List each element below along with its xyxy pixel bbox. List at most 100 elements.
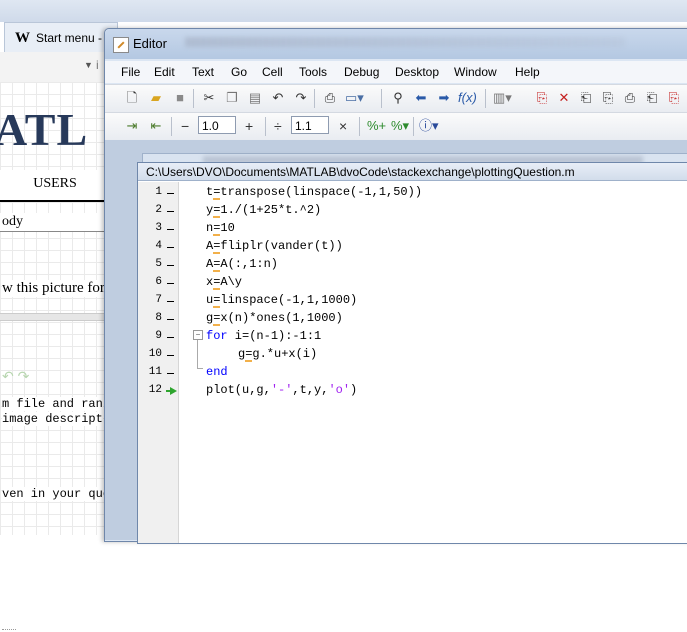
step-out-icon[interactable]: ⎙: [621, 89, 639, 107]
menu-cell[interactable]: Cell: [262, 65, 283, 79]
editor-splitter[interactable]: [0, 313, 110, 630]
increment-button[interactable]: +: [245, 117, 253, 135]
find-binoculars-icon[interactable]: ⚲: [389, 89, 407, 107]
paste-icon[interactable]: ▤: [246, 89, 264, 107]
evaluate-cell-icon[interactable]: ⇥: [123, 117, 141, 135]
open-folder-icon[interactable]: ▰: [147, 89, 165, 107]
string-literal: '-': [270, 383, 293, 397]
matlab-editor-window: Editor File Edit Text Go Cell Tools Debu…: [104, 28, 687, 544]
breakpoint-dash[interactable]: [167, 265, 174, 266]
code-line[interactable]: g=x(n)*ones(1,1000): [206, 311, 343, 325]
breakpoint-dash[interactable]: [167, 229, 174, 230]
menu-file[interactable]: File: [121, 65, 140, 79]
mlint-warning-marker[interactable]: [213, 288, 220, 290]
code-line[interactable]: u=linspace(-1,1,1000): [206, 293, 357, 307]
code-line[interactable]: y=1./(1+25*t.^2): [206, 203, 321, 217]
editor-toolbar-main: 🗋 ▰ ■ ✂ ❐ ▤ ↶ ↷ ⎙ ▭▾ ⚲ ⬅ ➡ f(x) ▥▾ ⎘ ✕ ⎗…: [105, 84, 687, 112]
mlint-warning-marker[interactable]: [213, 216, 220, 218]
mlint-warning-marker[interactable]: [213, 252, 220, 254]
toolbar-separator: [485, 89, 486, 108]
dropdown-arrow-icon[interactable]: ▼: [84, 60, 93, 70]
body-field[interactable]: ody: [0, 213, 112, 232]
menu-help[interactable]: Help: [515, 65, 540, 79]
new-file-icon[interactable]: 🗋: [123, 89, 141, 107]
step-in-icon[interactable]: ⎘: [599, 89, 617, 107]
mlint-warning-marker[interactable]: [213, 234, 220, 236]
cell-mode-icon[interactable]: %+: [367, 117, 386, 135]
code-line[interactable]: end: [206, 365, 228, 379]
back-arrow-icon[interactable]: ⬅: [412, 89, 430, 107]
print-icon[interactable]: ⎙: [321, 89, 339, 107]
code-line[interactable]: A=fliplr(vander(t)): [206, 239, 343, 253]
cell-scale-field[interactable]: 1.1: [291, 116, 329, 134]
save-icon[interactable]: ■: [171, 89, 189, 107]
evaluate-cell-advance-icon[interactable]: ⇤: [147, 117, 165, 135]
editor-titlebar[interactable]: Editor: [105, 29, 687, 59]
question-code-line: ven in your que: [2, 487, 111, 501]
exit-debug-icon[interactable]: ⎘: [665, 89, 683, 107]
breakpoint-dash[interactable]: [167, 373, 174, 374]
browser-tab[interactable]: W Start menu -: [4, 22, 118, 53]
multiply-button[interactable]: ×: [339, 117, 347, 135]
menu-desktop[interactable]: Desktop: [395, 65, 439, 79]
menu-debug[interactable]: Debug: [344, 65, 379, 79]
breakpoint-dash[interactable]: [167, 355, 174, 356]
info-icon[interactable]: ⓘ▾: [419, 117, 439, 135]
code-folding-icon[interactable]: ▭▾: [345, 89, 364, 107]
code-fold-end: [197, 368, 203, 369]
step-icon[interactable]: ⎗: [577, 89, 595, 107]
set-breakpoint-icon[interactable]: ⎘: [533, 89, 551, 107]
clear-breakpoints-icon[interactable]: ✕: [555, 89, 573, 107]
breakpoint-dash[interactable]: [167, 193, 174, 194]
code-line[interactable]: t=transpose(linspace(-1,1,50)): [206, 185, 422, 199]
code-line[interactable]: A=A(:,1:n): [206, 257, 278, 271]
menu-tools[interactable]: Tools: [299, 65, 327, 79]
menu-edit[interactable]: Edit: [154, 65, 175, 79]
mlint-warning-marker[interactable]: [213, 270, 220, 272]
divide-button[interactable]: ÷: [274, 117, 282, 135]
mlint-warning-marker[interactable]: [213, 306, 220, 308]
cell-mode-off-icon[interactable]: %▾: [391, 117, 409, 135]
menu-go[interactable]: Go: [231, 65, 247, 79]
stack-icon[interactable]: ▥▾: [493, 89, 512, 107]
breakpoint-dash[interactable]: [167, 211, 174, 212]
cut-icon[interactable]: ✂: [200, 89, 218, 107]
copy-icon[interactable]: ❐: [223, 89, 241, 107]
mlint-warning-marker[interactable]: [213, 198, 220, 200]
breakpoint-dash[interactable]: [167, 283, 174, 284]
undo-redo-icons[interactable]: ↶ ↷: [2, 368, 29, 385]
menu-text[interactable]: Text: [192, 65, 214, 79]
redo-icon[interactable]: ↷: [292, 89, 310, 107]
code-line[interactable]: plot(u,g,'-',t,y,'o'): [206, 383, 357, 397]
breakpoint-dash[interactable]: [167, 247, 174, 248]
mlint-warning-marker[interactable]: [245, 360, 252, 362]
breakpoint-dash[interactable]: [167, 337, 174, 338]
menu-window[interactable]: Window: [454, 65, 497, 79]
mlint-warning-marker[interactable]: [213, 324, 220, 326]
code-line[interactable]: g=g.*u+x(i): [238, 347, 317, 361]
wikipedia-icon: W: [15, 29, 30, 46]
breakpoint-dash[interactable]: [167, 319, 174, 320]
code-line[interactable]: n=10: [206, 221, 235, 235]
line-number: 8: [155, 312, 162, 324]
undo-icon[interactable]: ↶: [269, 89, 287, 107]
execution-arrow-icon: [166, 387, 177, 395]
toolbar-separator: [413, 117, 414, 136]
function-browser-icon[interactable]: f(x): [458, 89, 477, 107]
line-number: 9: [155, 330, 162, 342]
code-line[interactable]: for i=(n-1):-1:1: [206, 329, 321, 343]
line-number: 11: [148, 366, 162, 378]
code-fold-toggle-icon[interactable]: −: [193, 330, 203, 340]
breakpoint-dash[interactable]: [167, 301, 174, 302]
decrement-button[interactable]: −: [181, 117, 189, 135]
continue-icon[interactable]: ⎗: [643, 89, 661, 107]
code-line[interactable]: x=A\y: [206, 275, 242, 289]
question-text: w this picture for: [2, 280, 105, 297]
toolbar-separator: [381, 89, 382, 108]
toolbar-separator: [314, 89, 315, 108]
cell-increment-field[interactable]: 1.0: [198, 116, 236, 134]
document-path-title[interactable]: C:\Users\DVO\Documents\MATLAB\dvoCode\st…: [138, 163, 687, 181]
forward-arrow-icon[interactable]: ➡: [435, 89, 453, 107]
users-tab[interactable]: USERS: [0, 170, 110, 202]
line-number: 2: [155, 204, 162, 216]
